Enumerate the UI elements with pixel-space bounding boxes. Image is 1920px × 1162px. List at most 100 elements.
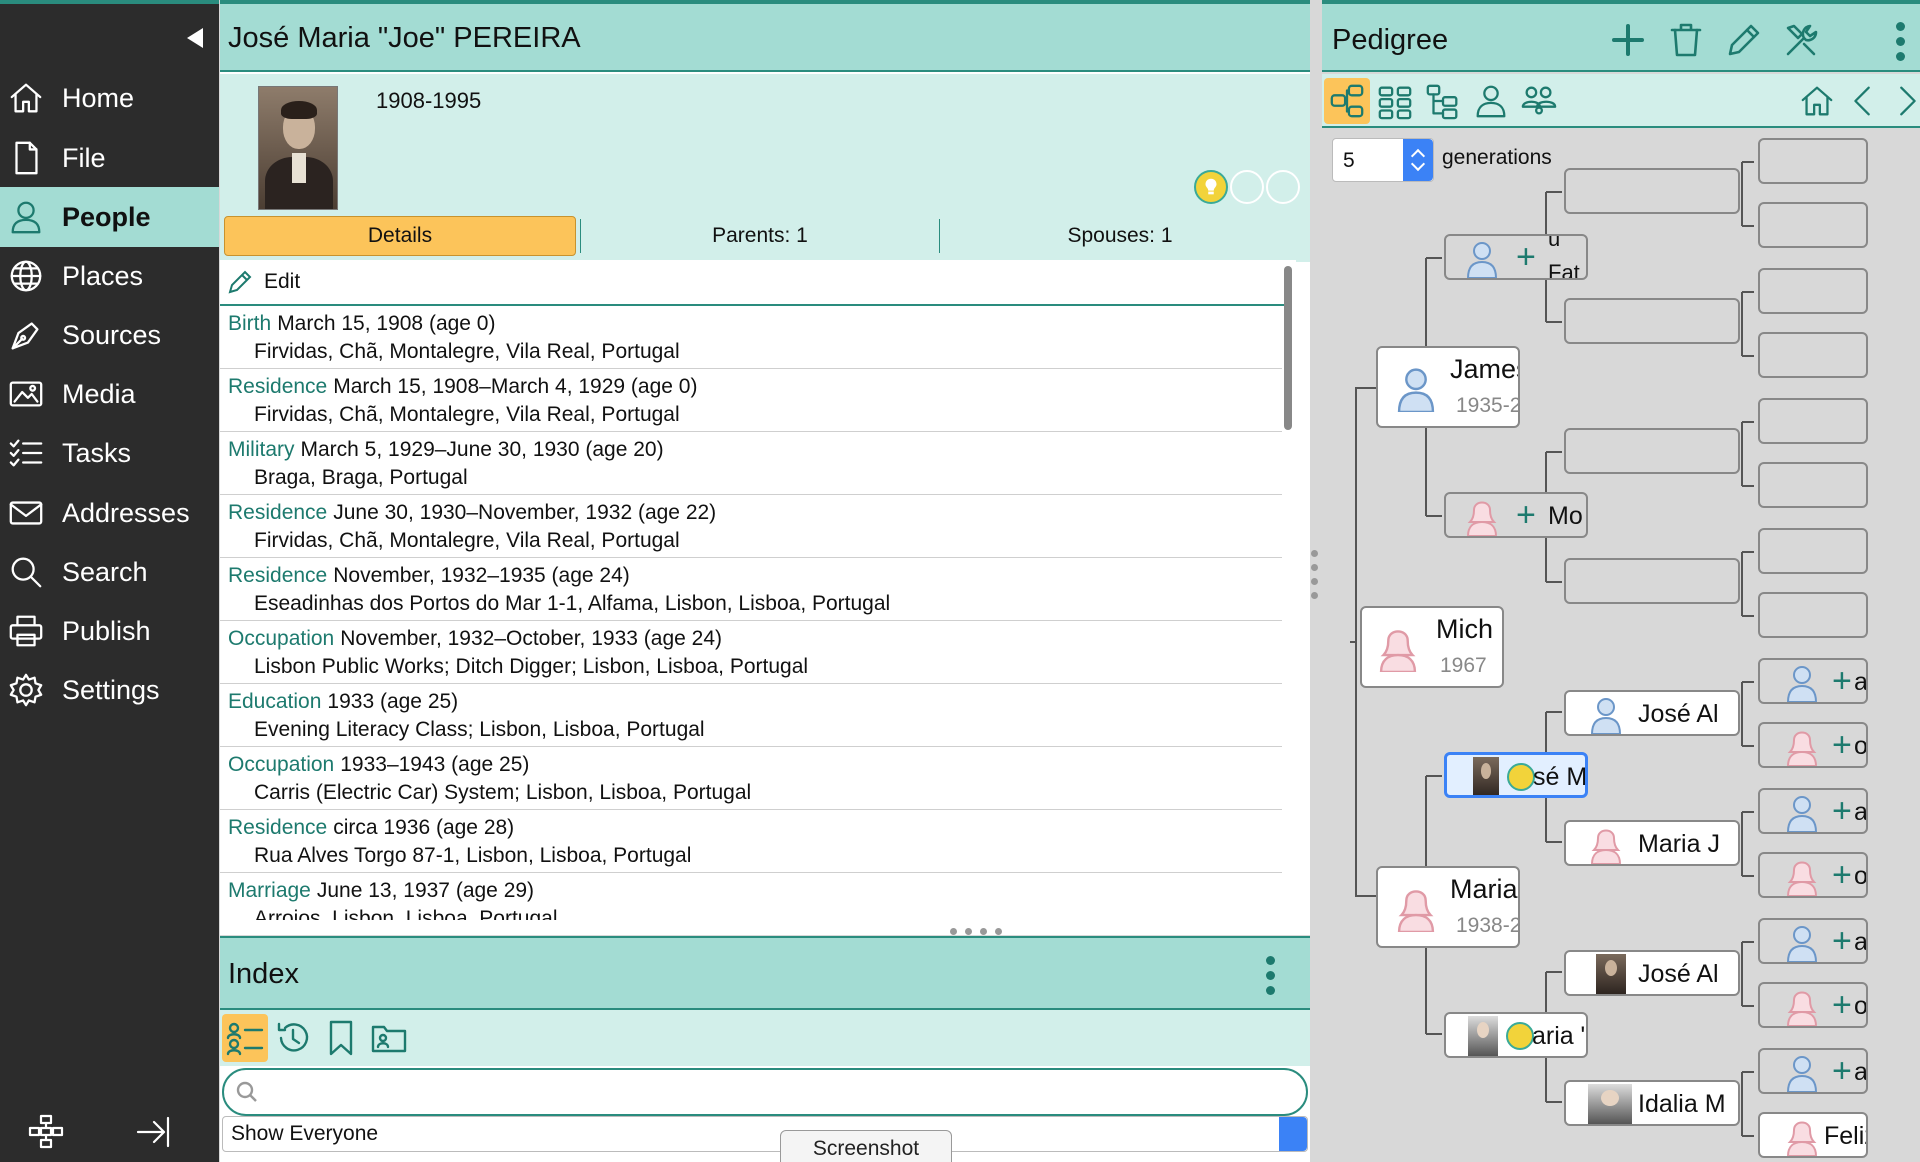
pedigree-add-father[interactable]: + a: [1758, 788, 1868, 834]
pedigree-add-father[interactable]: + a: [1758, 1048, 1868, 1094]
event-type: Education: [228, 690, 322, 713]
add-icon: +: [1516, 496, 1536, 534]
event-row[interactable]: Residence March 15, 1908–March 4, 1929 (a…: [220, 369, 1282, 432]
sidebar-item-media[interactable]: Media: [0, 364, 219, 424]
sidebar-item-places[interactable]: Places: [0, 246, 219, 306]
pedigree-person-feliz[interactable]: Feliz: [1758, 1112, 1868, 1158]
female-silhouette-icon: [1786, 988, 1818, 1026]
event-row[interactable]: Marriage June 13, 1937 (age 29) Arroios, L…: [220, 873, 1282, 920]
event-row[interactable]: Military March 5, 1929–June 30, 1930 (age…: [220, 432, 1282, 495]
lightbulb-icon: [1507, 763, 1535, 791]
horizontal-split-handle[interactable]: [950, 928, 1002, 935]
pedigree-person-maria-q[interactable]: aria ": [1444, 1012, 1588, 1058]
pedigree-add-mother[interactable]: + o: [1758, 722, 1868, 768]
person-name: José Maria "Joe" PEREIRA: [228, 22, 581, 54]
sidebar-item-search[interactable]: Search: [0, 542, 219, 602]
sidebar-item-label: Places: [62, 260, 144, 291]
event-place: Eseadinhas dos Portos do Mar 1-1, Alfama…: [254, 592, 891, 615]
pedigree-slot-empty[interactable]: [1564, 428, 1740, 474]
pedigree-add-mother[interactable]: + o: [1758, 982, 1868, 1028]
envelope-icon: [6, 493, 46, 533]
event-row[interactable]: Residence November, 1932–1935 (age 24) Ese…: [220, 558, 1282, 621]
index-panel: Index Show Everyone: [220, 936, 1310, 1162]
events-scrollbar[interactable]: [1284, 266, 1292, 430]
pedigree-slot-empty[interactable]: [1758, 462, 1868, 508]
sidebar-item-people[interactable]: People: [0, 187, 219, 247]
sidebar-item-label: Home: [62, 82, 135, 113]
history-icon[interactable]: [270, 1014, 316, 1062]
pedigree-add-father[interactable]: + a: [1758, 658, 1868, 704]
collapse-sidebar-icon[interactable]: [187, 28, 203, 48]
female-silhouette-icon: [1374, 626, 1422, 677]
pedigree-slot-empty[interactable]: [1758, 332, 1868, 378]
kebab-icon[interactable]: [1266, 956, 1275, 995]
sidebar-item-file[interactable]: File: [0, 128, 219, 188]
pedigree-slot-empty[interactable]: [1758, 138, 1868, 184]
sign-out-icon[interactable]: [134, 1112, 174, 1152]
vertical-split-handle[interactable]: [1311, 550, 1318, 599]
event-row[interactable]: Education 1933 (age 25) Evening Literacy C…: [220, 684, 1282, 747]
pedigree-person-jose-m-selected[interactable]: sé M: [1444, 752, 1588, 798]
pedigree-person-maria-r[interactable]: Maria R 1938-20: [1376, 866, 1520, 948]
sidebar-item-sources[interactable]: Sources: [0, 305, 219, 365]
sidebar-item-publish[interactable]: Publish: [0, 601, 219, 661]
pedigree-person-jose-al[interactable]: José Al: [1564, 690, 1740, 736]
pedigree-add-father[interactable]: + u Fat: [1444, 234, 1588, 280]
event-place: Lisbon Public Works; Ditch Digger; Lisbo…: [254, 655, 809, 678]
add-icon: +: [1832, 986, 1852, 1024]
filter-select[interactable]: Show Everyone: [222, 1116, 1308, 1152]
female-silhouette-icon: [1786, 858, 1818, 896]
person-portrait[interactable]: [258, 86, 338, 210]
event-row[interactable]: Residence June 30, 1930–November, 1932 (a…: [220, 495, 1282, 558]
pedigree-person-maria-j[interactable]: Maria J: [1564, 820, 1740, 866]
lightbulb-icon[interactable]: [1194, 170, 1228, 204]
bookmark-icon[interactable]: [318, 1014, 364, 1062]
tree-icon[interactable]: [26, 1112, 66, 1152]
event-row[interactable]: Occupation November, 1932–October, 1933 (…: [220, 621, 1282, 684]
edit-button[interactable]: Edit: [220, 260, 1286, 306]
event-type: Residence: [228, 501, 328, 524]
lightbulb-icon: [1506, 1022, 1534, 1050]
event-summary: Residence November, 1932–1935 (age 24): [228, 562, 1282, 590]
sidebar-item-tasks[interactable]: Tasks: [0, 423, 219, 483]
pedigree-slot-empty[interactable]: [1564, 168, 1740, 214]
add-icon: +: [1832, 856, 1852, 894]
pedigree-person-mich-root[interactable]: Mich 1967: [1360, 606, 1504, 688]
pedigree-slot-empty[interactable]: [1758, 268, 1868, 314]
people-list-icon[interactable]: [222, 1014, 268, 1062]
pedigree-person-jose-al-2[interactable]: José Al: [1564, 950, 1740, 996]
image-icon: [6, 374, 46, 414]
pedigree-person-james[interactable]: James 1935-20: [1376, 346, 1520, 428]
index-search-input[interactable]: [268, 1080, 1306, 1104]
event-row[interactable]: Occupation 1933–1943 (age 25) Carris (Elec…: [220, 747, 1282, 810]
event-row[interactable]: Birth March 15, 1908 (age 0) Firvidas, Chã…: [220, 306, 1282, 369]
sidebar-item-home[interactable]: Home: [0, 68, 219, 128]
pen-nib-icon: [6, 315, 46, 355]
tab-spouses[interactable]: Spouses: 1: [940, 216, 1300, 256]
event-date: March 15, 1908 (age 0): [277, 312, 496, 335]
printer-icon: [6, 611, 46, 651]
pedigree-slot-empty[interactable]: [1758, 528, 1868, 574]
pedigree-slot-empty[interactable]: [1564, 558, 1740, 604]
pedigree-add-mother[interactable]: + Mo: [1444, 492, 1588, 538]
globe-icon: [6, 256, 46, 296]
event-row[interactable]: Residence circa 1936 (age 28) Rua Alves To…: [220, 810, 1282, 873]
event-type: Marriage: [228, 879, 311, 902]
pedigree-add-father[interactable]: + a: [1758, 918, 1868, 964]
pedigree-slot-empty[interactable]: [1564, 298, 1740, 344]
sidebar-item-label: Settings: [62, 674, 160, 705]
pedigree-add-mother[interactable]: + o: [1758, 852, 1868, 898]
folder-person-icon[interactable]: [366, 1014, 412, 1062]
pedigree-slot-empty[interactable]: [1758, 202, 1868, 248]
sidebar-item-settings[interactable]: Settings: [0, 660, 219, 720]
event-date: November, 1932–October, 1933 (age 24): [340, 627, 722, 650]
event-date: circa 1936 (age 28): [333, 816, 515, 839]
tab-parents[interactable]: Parents: 1: [581, 216, 939, 256]
pedigree-slot-empty[interactable]: [1758, 398, 1868, 444]
male-silhouette-icon: [1786, 664, 1818, 702]
sidebar-item-addresses[interactable]: Addresses: [0, 483, 219, 543]
pedigree-slot-empty[interactable]: [1758, 592, 1868, 638]
tab-details[interactable]: Details: [224, 216, 576, 256]
pedigree-person-idalia[interactable]: Idalia M: [1564, 1080, 1740, 1126]
index-search[interactable]: [222, 1068, 1308, 1116]
